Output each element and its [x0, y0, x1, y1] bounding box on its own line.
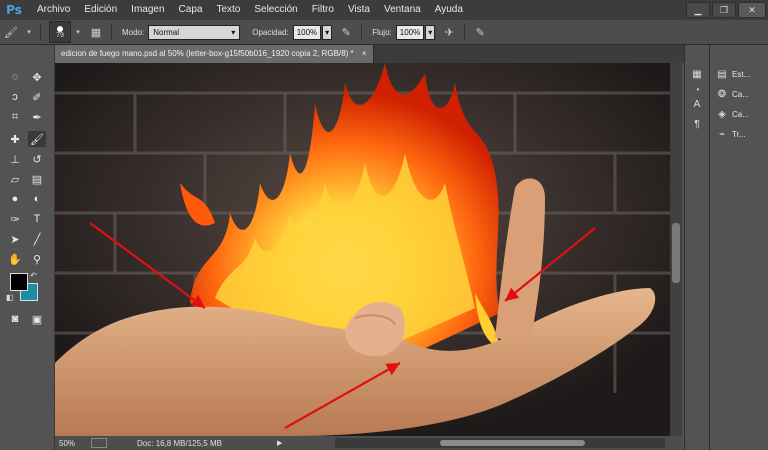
move-tool-icon[interactable]: ✥ — [28, 69, 46, 85]
panel-item-label: Ca... — [732, 89, 749, 99]
menu-vista[interactable]: Vista — [341, 0, 377, 20]
panel-item-label: Est... — [732, 69, 751, 79]
gradient-tool-icon[interactable]: ▤ — [28, 171, 46, 187]
menu-ayuda[interactable]: Ayuda — [428, 0, 470, 20]
brush-panel-toggle-icon[interactable]: ▦ — [88, 24, 104, 40]
status-menu-arrow-icon[interactable]: ▶ — [277, 439, 282, 447]
brush-size: 79 — [56, 31, 64, 39]
document-size: Doc: 16,8 MB/125,5 MB — [137, 438, 222, 448]
menu-seleccion[interactable]: Selección — [247, 0, 304, 20]
pressure-opacity-icon[interactable]: ✎ — [338, 24, 354, 40]
eyedropper-tool-icon[interactable]: ✒ — [28, 109, 46, 125]
quick-mask-icon[interactable]: ◙ — [6, 311, 24, 327]
default-colors-icon[interactable]: ◧ — [6, 293, 14, 302]
divider — [464, 23, 466, 41]
panel-item-channels[interactable]: ❂ Ca... — [716, 85, 749, 103]
flow-dropdown[interactable]: ▾ — [425, 24, 436, 40]
type-tool-icon[interactable]: T — [28, 211, 46, 227]
quick-selection-tool-icon[interactable]: ✐ — [28, 89, 46, 105]
lasso-tool-icon[interactable]: ↄ — [6, 89, 24, 105]
menu-bar: Ps Archivo Edición Imagen Capa Texto Sel… — [0, 0, 768, 20]
screen-mode-icon[interactable]: ▣ — [28, 311, 46, 327]
path-selection-tool-icon[interactable]: ➤ — [6, 231, 24, 247]
mode-label: Modo: — [122, 27, 145, 37]
divider — [361, 23, 363, 41]
flow-input[interactable]: 100% — [395, 24, 425, 40]
foreground-color-swatch[interactable] — [10, 273, 28, 291]
close-icon[interactable]: ✕ — [738, 2, 766, 18]
paragraph-panel-icon[interactable]: ¶ — [689, 117, 705, 131]
character-panel-icon[interactable]: A — [689, 97, 705, 111]
color-panel-icon[interactable]: ◔ — [689, 83, 705, 97]
vertical-scrollbar[interactable] — [670, 63, 682, 436]
menu-capa[interactable]: Capa — [172, 0, 210, 20]
document-canvas[interactable] — [55, 63, 670, 436]
document-title: edicion de fuego mano.psd al 50% (letter… — [61, 49, 354, 58]
hand-tool-icon[interactable]: ✋ — [6, 251, 24, 267]
channels-icon: ❂ — [717, 88, 727, 100]
history-panel-icon[interactable]: ▦ — [689, 67, 705, 81]
brush-preset-picker[interactable]: 79 — [49, 21, 71, 43]
panel-icon-strip: ▦ ◔ A ¶ — [684, 45, 709, 450]
panel-dock: ▤ Est... ❂ Ca... ◈ Ca... ⌁ Tr... — [709, 45, 768, 450]
paths-icon: ⌁ — [718, 128, 726, 140]
line-tool-icon[interactable]: ╱ — [28, 231, 46, 247]
panel-item-styles[interactable]: ▤ Est... — [716, 65, 750, 83]
panel-item-layers[interactable]: ◈ Ca... — [716, 105, 749, 123]
history-brush-tool-icon[interactable]: ↺ — [28, 151, 46, 167]
status-bar: 50% Doc: 16,8 MB/125,5 MB ▶ — [55, 436, 682, 450]
opacity-input[interactable]: 100% — [292, 24, 322, 40]
proof-icon[interactable] — [91, 438, 108, 448]
zoom-tool-icon[interactable]: ⚲ — [28, 251, 46, 267]
healing-brush-tool-icon[interactable]: ✚ — [6, 131, 24, 147]
clone-stamp-tool-icon[interactable]: ⊥ — [6, 151, 24, 167]
window-controls: ▁ ❐ ✕ — [686, 2, 766, 18]
paragraph-styles-icon: ▤ — [717, 68, 727, 80]
menu-archivo[interactable]: Archivo — [30, 0, 77, 20]
airbrush-icon[interactable]: ✈ — [441, 24, 457, 40]
brush-tool-icon[interactable]: 🖌 — [3, 24, 19, 40]
toolbox: ◌ ✥ ↄ ✐ ⌗ ✒ ✚ 🖌 ⊥ ↺ ▱ ▤ ● ◐ ✑ T ➤ ╱ ✋ ⚲ … — [0, 45, 55, 450]
flow-label: Flujo: — [372, 27, 392, 37]
vertical-scroll-thumb[interactable] — [672, 223, 680, 283]
menu-ventana[interactable]: Ventana — [377, 0, 428, 20]
close-tab-icon[interactable]: × — [362, 49, 367, 58]
horizontal-scrollbar[interactable] — [335, 438, 665, 448]
chevron-down-icon[interactable]: ▾ — [25, 24, 33, 40]
panel-item-paths[interactable]: ⌁ Tr... — [716, 125, 746, 143]
menu-texto[interactable]: Texto — [209, 0, 247, 20]
eraser-tool-icon[interactable]: ▱ — [6, 171, 24, 187]
blur-tool-icon[interactable]: ● — [6, 191, 24, 207]
marquee-tool-icon[interactable]: ◌ — [6, 69, 24, 85]
pressure-size-icon[interactable]: ✎ — [472, 24, 488, 40]
document-tab[interactable]: edicion de fuego mano.psd al 50% (letter… — [55, 45, 374, 63]
document-tab-bar: edicion de fuego mano.psd al 50% (letter… — [55, 45, 684, 63]
layers-icon: ◈ — [718, 108, 726, 120]
panel-item-label: Tr... — [732, 129, 746, 139]
menu-filtro[interactable]: Filtro — [305, 0, 341, 20]
mode-select[interactable]: Normal ▾ — [148, 24, 241, 40]
canvas-image — [55, 63, 670, 436]
dodge-tool-icon[interactable]: ◐ — [28, 191, 46, 207]
menu-imagen[interactable]: Imagen — [124, 0, 171, 20]
pen-tool-icon[interactable]: ✑ — [6, 211, 24, 227]
chevron-down-icon[interactable]: ▾ — [74, 24, 82, 40]
crop-tool-icon[interactable]: ⌗ — [6, 109, 24, 125]
photoshop-logo: Ps — [6, 3, 22, 17]
panel-item-label: Ca... — [732, 109, 749, 119]
mode-value: Normal — [153, 27, 180, 37]
brush-tool-icon[interactable]: 🖌 — [28, 131, 46, 147]
horizontal-scroll-thumb[interactable] — [440, 440, 585, 446]
restore-icon[interactable]: ❐ — [712, 2, 736, 18]
chevron-down-icon: ▾ — [231, 27, 236, 37]
menu-edicion[interactable]: Edición — [77, 0, 124, 20]
minimize-icon[interactable]: ▁ — [686, 2, 710, 18]
opacity-label: Opacidad: — [252, 27, 289, 37]
swap-colors-icon[interactable]: ↶ — [30, 271, 37, 280]
zoom-level[interactable]: 50% — [59, 439, 75, 448]
divider — [40, 23, 41, 41]
opacity-dropdown[interactable]: ▾ — [322, 24, 333, 40]
options-bar: 🖌 ▾ 79 ▾ ▦ Modo: Normal ▾ Opacidad: 100%… — [0, 20, 768, 45]
divider — [111, 23, 112, 41]
